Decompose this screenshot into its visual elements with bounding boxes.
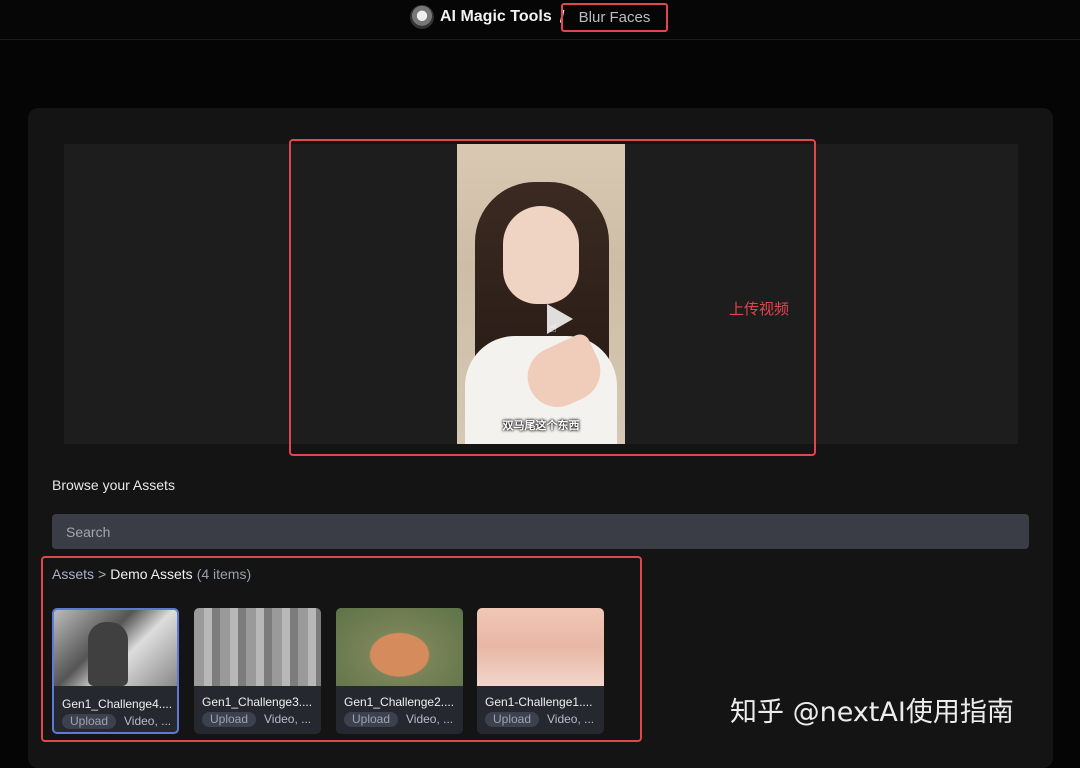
watermark: 知乎 @nextAI使用指南 [730,697,1014,728]
astronaut-figure [88,622,128,686]
assets-breadcrumb: Assets > Demo Assets (4 items) [52,566,251,582]
asset-thumbnail [194,608,321,686]
asset-name: Gen1-Challenge1.... [485,695,593,709]
asset-tag: Upload [344,712,399,727]
assets-title: Browse your Assets [52,477,175,493]
app-name: AI Magic Tools [440,8,552,25]
asset-tag: Upload [62,714,117,729]
breadcrumb-tool-name[interactable]: Blur Faces [579,9,651,26]
breadcrumb-highlight: Blur Faces [561,3,668,32]
item-count: (4 items) [196,566,252,582]
asset-name: Gen1_Challenge4.... [62,697,173,711]
upload-annotation: 上传视频 [729,300,790,318]
asset-types: Video, ... [264,712,312,726]
asset-types: Video, ... [547,712,595,726]
asset-thumbnail [477,608,604,686]
asset-thumbnail [54,610,177,686]
breadcrumb-current: Demo Assets [110,566,193,582]
asset-card[interactable]: Gen1_Challenge2.... Upload Video, ... [336,608,463,734]
asset-card[interactable]: Gen1_Challenge4.... Upload Video, ... [52,608,179,734]
asset-thumbnail [336,608,463,686]
asset-tag: Upload [485,712,540,727]
asset-tag: Upload [202,712,257,727]
search-input[interactable] [52,514,1029,549]
brand[interactable]: AI Magic Tools / [410,4,564,30]
asset-types: Video, ... [406,712,454,726]
app-logo-icon [410,5,434,29]
asset-name: Gen1_Challenge3.... [202,695,313,709]
asset-name: Gen1_Challenge2.... [344,695,455,709]
asset-card[interactable]: Gen1_Challenge3.... Upload Video, ... [194,608,321,734]
breadcrumb-assets-link[interactable]: Assets [52,566,94,582]
breadcrumb-chevron: > [98,566,107,582]
asset-types: Video, ... [124,714,172,728]
top-bar: AI Magic Tools / Blur Faces [0,0,1080,40]
asset-card[interactable]: Gen1-Challenge1.... Upload Video, ... [477,608,604,734]
